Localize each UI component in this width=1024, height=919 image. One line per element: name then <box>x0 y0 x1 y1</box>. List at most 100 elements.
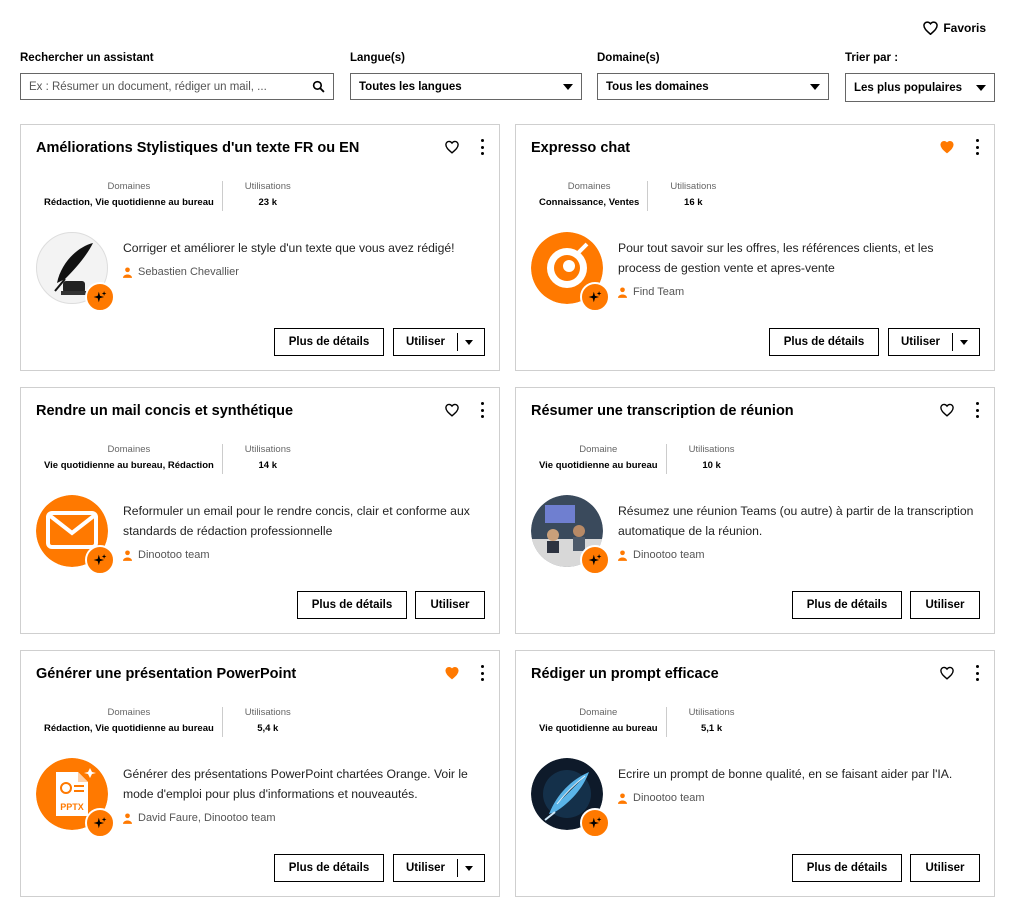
card-title: Rendre un mail concis et synthétique <box>36 403 294 419</box>
sparkle-icon <box>588 817 602 829</box>
user-icon <box>618 792 627 804</box>
use-button[interactable]: Utiliser <box>394 336 457 348</box>
domains-value: Vie quotidienne au bureau <box>539 460 658 471</box>
ai-sparkle-badge <box>580 282 610 312</box>
language-select[interactable]: Toutes les langues <box>350 73 582 100</box>
ai-sparkle-badge <box>85 282 115 312</box>
uses-key: Utilisations <box>244 707 291 718</box>
uses-key: Utilisations <box>688 444 735 455</box>
chevron-down-icon <box>563 83 573 90</box>
use-split-button[interactable]: Utiliser <box>888 328 980 356</box>
search-icon[interactable] <box>312 80 325 93</box>
more-options-icon[interactable] <box>974 665 980 681</box>
favorites-label: Favoris <box>943 21 986 35</box>
use-button[interactable]: Utiliser <box>910 854 980 882</box>
search-filter: Rechercher un assistant Ex : Résumer un … <box>20 52 334 100</box>
uses-value: 10 k <box>702 460 721 471</box>
search-input[interactable]: Ex : Résumer un document, rédiger un mai… <box>20 73 334 100</box>
uses-value: 14 k <box>258 460 278 471</box>
card-meta: Domaines Rédaction, Vie quotidienne au bu… <box>36 707 299 737</box>
card-title: Améliorations Stylistiques d'un texte FR… <box>36 140 360 156</box>
assistant-card: Résumer une transcription de réunion Dom… <box>515 387 995 634</box>
details-button[interactable]: Plus de détails <box>274 854 384 882</box>
use-button[interactable]: Utiliser <box>889 336 952 348</box>
domains-key: Domaine <box>579 707 618 718</box>
domains-value: Connaissance, Ventes <box>539 197 640 208</box>
use-split-button[interactable]: Utiliser <box>393 854 485 882</box>
use-button[interactable]: Utiliser <box>394 862 457 874</box>
more-options-icon[interactable] <box>479 665 485 681</box>
ai-sparkle-badge <box>580 545 610 575</box>
assistant-card: Améliorations Stylistiques d'un texte FR… <box>20 124 500 371</box>
card-meta: Domaine Vie quotidienne au bureau Utilisa… <box>531 707 743 737</box>
assistant-card: Générer une présentation PowerPoint Doma… <box>20 650 500 897</box>
sparkle-icon <box>588 291 602 303</box>
domains-value: Vie quotidienne au bureau <box>539 723 658 734</box>
use-button[interactable]: Utiliser <box>415 591 485 619</box>
author-name: Dinootoo team <box>138 549 210 561</box>
chevron-down-icon[interactable] <box>458 865 480 871</box>
user-icon <box>123 266 132 278</box>
more-options-icon[interactable] <box>974 402 980 418</box>
uses-value: 5,1 k <box>700 723 723 734</box>
ai-sparkle-badge <box>85 808 115 838</box>
card-description: Corriger et améliorer le style d'un text… <box>123 241 455 255</box>
heart-filled-icon[interactable] <box>445 666 459 680</box>
card-author: Sebastien Chevallier <box>123 262 483 282</box>
domain-label: Domaine(s) <box>597 52 660 64</box>
assistant-card: Rendre un mail concis et synthétique Dom… <box>20 387 500 634</box>
chevron-down-icon <box>810 83 820 90</box>
more-options-icon[interactable] <box>479 139 485 155</box>
chevron-down-icon <box>976 84 986 91</box>
uses-value: 23 k <box>258 197 278 208</box>
chevron-down-icon[interactable] <box>458 339 480 345</box>
sparkle-icon <box>93 817 107 829</box>
card-meta: Domaine Vie quotidienne au bureau Utilisa… <box>531 444 743 474</box>
heart-outline-icon[interactable] <box>445 403 459 417</box>
sort-select[interactable]: Les plus populaires <box>845 73 995 102</box>
card-meta: Domaines Connaissance, Ventes Utilisation… <box>531 181 724 211</box>
heart-outline-icon <box>923 21 939 35</box>
sparkle-icon <box>588 554 602 566</box>
use-split-button[interactable]: Utiliser <box>393 328 485 356</box>
card-description: Reformuler un email pour le rendre conci… <box>123 504 470 538</box>
card-meta: Domaines Rédaction, Vie quotidienne au bu… <box>36 181 299 211</box>
details-button[interactable]: Plus de détails <box>274 328 384 356</box>
user-icon <box>123 812 132 824</box>
use-button[interactable]: Utiliser <box>910 591 980 619</box>
card-description-block: Résumez une réunion Teams (ou autre) à p… <box>618 501 978 565</box>
user-icon <box>123 549 132 561</box>
chevron-down-icon[interactable] <box>953 339 975 345</box>
favorites-link[interactable]: Favoris <box>923 21 986 35</box>
card-author: Dinootoo team <box>618 545 978 565</box>
search-label: Rechercher un assistant <box>20 52 154 64</box>
details-button[interactable]: Plus de détails <box>769 328 879 356</box>
assistant-card: Rédiger un prompt efficace Domaine Vie qu… <box>515 650 995 897</box>
heart-outline-icon[interactable] <box>445 140 459 154</box>
domains-value: Rédaction, Vie quotidienne au bureau <box>44 197 214 208</box>
card-description: Résumez une réunion Teams (ou autre) à p… <box>618 504 974 538</box>
assistant-card: Expresso chat Domaines Connaissance, Vent… <box>515 124 995 371</box>
uses-value: 16 k <box>684 197 703 208</box>
card-description-block: Reformuler un email pour le rendre conci… <box>123 501 483 565</box>
domains-key: Domaines <box>567 181 611 192</box>
domains-key: Domaines <box>107 707 151 718</box>
author-name: Sebastien Chevallier <box>138 266 239 278</box>
domain-select[interactable]: Tous les domaines <box>597 73 829 100</box>
heart-outline-icon[interactable] <box>940 403 954 417</box>
more-options-icon[interactable] <box>974 139 980 155</box>
card-description-block: Ecrire un prompt de bonne qualité, en se… <box>618 764 978 808</box>
heart-outline-icon[interactable] <box>940 666 954 680</box>
card-title: Générer une présentation PowerPoint <box>36 666 297 682</box>
details-button[interactable]: Plus de détails <box>792 854 902 882</box>
card-description: Pour tout savoir sur les offres, les réf… <box>618 241 934 275</box>
language-filter: Langue(s) Toutes les langues <box>350 52 582 100</box>
details-button[interactable]: Plus de détails <box>792 591 902 619</box>
sort-label: Trier par : <box>845 52 899 64</box>
author-name: Dinootoo team <box>633 549 705 561</box>
sparkle-icon <box>93 291 107 303</box>
heart-filled-icon[interactable] <box>940 140 954 154</box>
domains-key: Domaines <box>107 444 151 455</box>
details-button[interactable]: Plus de détails <box>297 591 407 619</box>
more-options-icon[interactable] <box>479 402 485 418</box>
